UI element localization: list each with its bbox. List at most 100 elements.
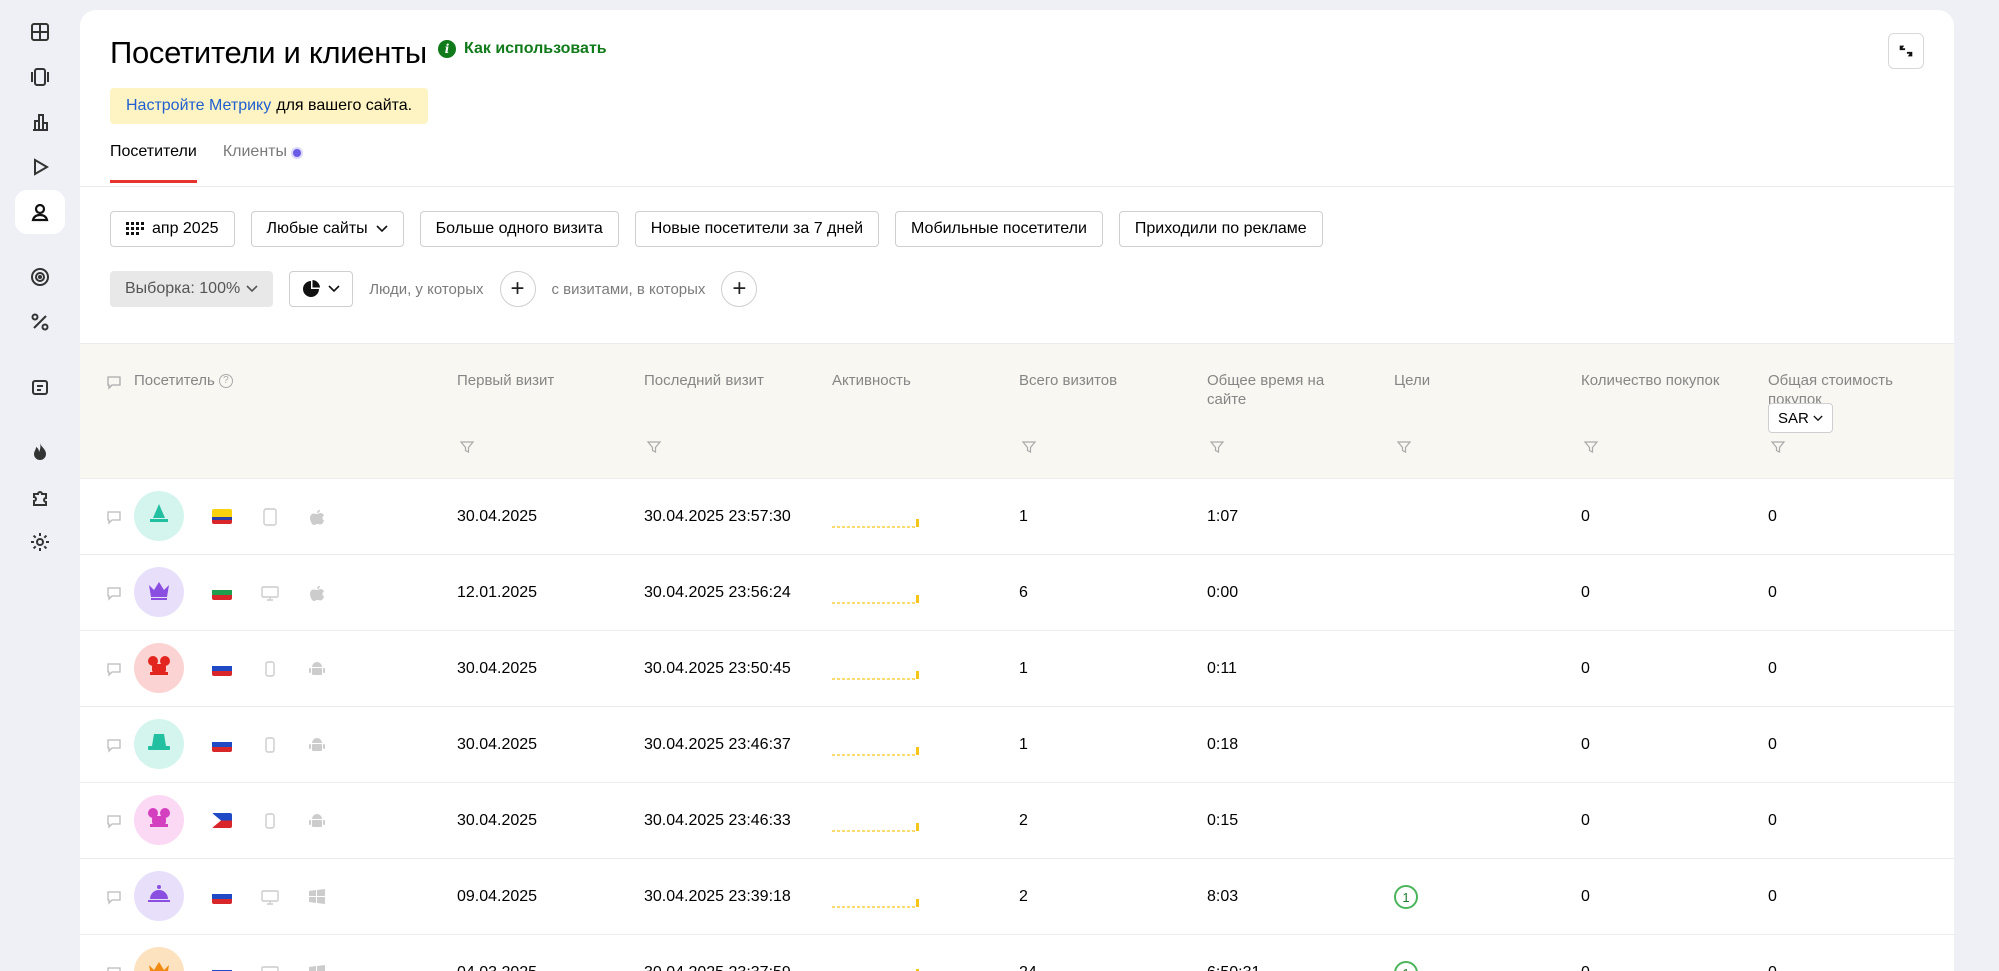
preset-ads-button[interactable]: Приходили по рекламе xyxy=(1118,211,1323,247)
mouse-hat-icon xyxy=(146,805,172,836)
col-time-on-site[interactable]: Общее время на сайте xyxy=(1207,371,1357,409)
sidebar-calendar-icon[interactable] xyxy=(15,365,65,409)
filter-icon[interactable] xyxy=(1396,439,1412,455)
setup-metrika-link[interactable]: Настройте Метрику xyxy=(126,97,271,115)
currency-select[interactable]: SAR xyxy=(1768,403,1833,433)
preset-multi-visit-button[interactable]: Больше одного визита xyxy=(419,211,619,247)
avatar[interactable] xyxy=(134,719,184,769)
col-last-visit[interactable]: Последний визит xyxy=(644,371,764,390)
sample-select[interactable]: Выборка: 100% xyxy=(110,271,274,307)
comment-icon[interactable] xyxy=(106,813,122,829)
col-goals[interactable]: Цели xyxy=(1394,371,1430,390)
sidebar-puzzle-icon[interactable] xyxy=(15,475,65,519)
desktop-icon xyxy=(260,583,280,603)
table-row[interactable]: 30.04.2025 30.04.2025 23:46:37 1 0:18 0 … xyxy=(80,707,1954,783)
avatar[interactable] xyxy=(134,947,184,971)
avatar[interactable] xyxy=(134,491,184,541)
sites-select[interactable]: Любые сайты xyxy=(250,211,404,247)
filter-icon[interactable] xyxy=(1021,439,1037,455)
preset-new-visitors-button[interactable]: Новые посетители за 7 дней xyxy=(634,211,880,247)
table-row[interactable]: 09.04.2025 30.04.2025 23:39:18 2 8:03 1 … xyxy=(80,859,1954,935)
sidebar-goals-icon[interactable] xyxy=(15,255,65,299)
avatar[interactable] xyxy=(134,567,184,617)
switch-interface-button[interactable] xyxy=(1888,33,1924,69)
activity-sparkline xyxy=(916,969,919,971)
chevron-down-icon xyxy=(246,285,258,293)
android-icon xyxy=(307,735,327,755)
table-row[interactable]: 30.04.2025 30.04.2025 23:46:33 2 0:15 0 … xyxy=(80,783,1954,859)
time-on-site-cell: 6:50:31 xyxy=(1207,935,1260,971)
comment-icon xyxy=(107,376,121,390)
sidebar-settings-icon[interactable] xyxy=(15,520,65,564)
col-purchases[interactable]: Количество покупок xyxy=(1581,371,1719,390)
table-row[interactable]: 12.01.2025 30.04.2025 23:56:24 6 0:00 0 … xyxy=(80,555,1954,631)
calendar-grid-icon xyxy=(126,222,144,235)
add-people-condition-button[interactable]: + xyxy=(499,271,536,307)
last-visit-cell: 30.04.2025 23:37:59 xyxy=(644,935,791,971)
comment-icon[interactable] xyxy=(106,585,122,601)
avatar[interactable] xyxy=(134,871,184,921)
purchases-cell: 0 xyxy=(1581,508,1590,525)
total-visits-cell: 24 xyxy=(1019,935,1037,971)
sidebar-webvisor-icon[interactable] xyxy=(15,55,65,99)
sidebar-dashboard-icon[interactable] xyxy=(15,10,65,54)
android-icon xyxy=(307,659,327,679)
filter-icon[interactable] xyxy=(1209,439,1225,455)
mouse-hat-icon xyxy=(146,653,172,684)
comment-icon[interactable] xyxy=(106,889,122,905)
sidebar xyxy=(0,0,80,971)
country-flag-icon xyxy=(212,813,232,828)
sidebar-percent-icon[interactable] xyxy=(15,300,65,344)
hat-icon xyxy=(146,729,172,760)
date-label: апр 2025 xyxy=(152,220,219,237)
new-dot-icon xyxy=(292,149,301,157)
purchases-cell: 0 xyxy=(1581,584,1590,601)
comment-icon[interactable] xyxy=(106,509,122,525)
sidebar-play-icon[interactable] xyxy=(15,145,65,189)
comment-icon[interactable] xyxy=(106,965,122,971)
comment-icon[interactable] xyxy=(106,661,122,677)
swap-icon xyxy=(1899,45,1913,57)
preset-mobile-button[interactable]: Мобильные посетители xyxy=(895,211,1103,247)
filter-icon[interactable] xyxy=(646,439,662,455)
tab-visitors[interactable]: Посетители xyxy=(110,143,197,183)
tabs: Посетители Клиенты xyxy=(110,143,301,183)
first-visit-cell: 30.04.2025 xyxy=(457,508,538,525)
comment-icon[interactable] xyxy=(106,737,122,753)
avatar[interactable] xyxy=(134,795,184,845)
purchase-value-cell: 0 xyxy=(1768,508,1777,525)
help-icon[interactable]: ? xyxy=(218,373,233,388)
purchases-cell: 0 xyxy=(1581,660,1590,677)
date-picker-button[interactable]: апр 2025 xyxy=(110,211,235,247)
filter-icon[interactable] xyxy=(459,439,475,455)
country-flag-icon xyxy=(212,661,232,676)
goals-cell: 1 xyxy=(1394,859,1418,935)
last-visit-cell: 30.04.2025 23:46:33 xyxy=(644,812,791,829)
col-total-visits[interactable]: Всего визитов xyxy=(1019,371,1117,390)
activity-sparkline xyxy=(832,899,919,908)
last-visit-cell: 30.04.2025 23:57:30 xyxy=(644,508,791,525)
table-row[interactable]: 30.04.2025 30.04.2025 23:57:30 1 1:07 0 … xyxy=(80,479,1954,555)
filter-icon[interactable] xyxy=(1583,439,1599,455)
country-flag-icon xyxy=(212,509,232,524)
table-row[interactable]: 30.04.2025 30.04.2025 23:50:45 1 0:11 0 … xyxy=(80,631,1954,707)
tab-clients[interactable]: Клиенты xyxy=(223,143,301,183)
country-flag-icon xyxy=(212,585,232,600)
country-flag-icon xyxy=(212,965,232,971)
sidebar-fire-icon[interactable] xyxy=(15,430,65,474)
filter-icon[interactable] xyxy=(1770,439,1786,455)
how-to-use-link[interactable]: i Как использовать xyxy=(438,40,607,58)
col-first-visit[interactable]: Первый визит xyxy=(457,371,554,390)
total-visits-cell: 2 xyxy=(1019,888,1028,905)
last-visit-cell: 30.04.2025 23:46:37 xyxy=(644,736,791,753)
sample-label: Выборка: 100% xyxy=(125,280,241,297)
goal-badge[interactable]: 1 xyxy=(1394,961,1418,971)
chart-type-select[interactable] xyxy=(289,271,354,307)
goal-badge[interactable]: 1 xyxy=(1394,885,1418,909)
sidebar-reports-icon[interactable] xyxy=(15,100,65,144)
setup-notice-text: для вашего сайта. xyxy=(276,97,413,114)
add-visit-condition-button[interactable]: + xyxy=(721,271,758,307)
sidebar-visitors-icon[interactable] xyxy=(15,190,65,234)
avatar[interactable] xyxy=(134,643,184,693)
table-row[interactable]: 04.03.2025 30.04.2025 23:37:59 24 6:50:3… xyxy=(80,935,1954,971)
